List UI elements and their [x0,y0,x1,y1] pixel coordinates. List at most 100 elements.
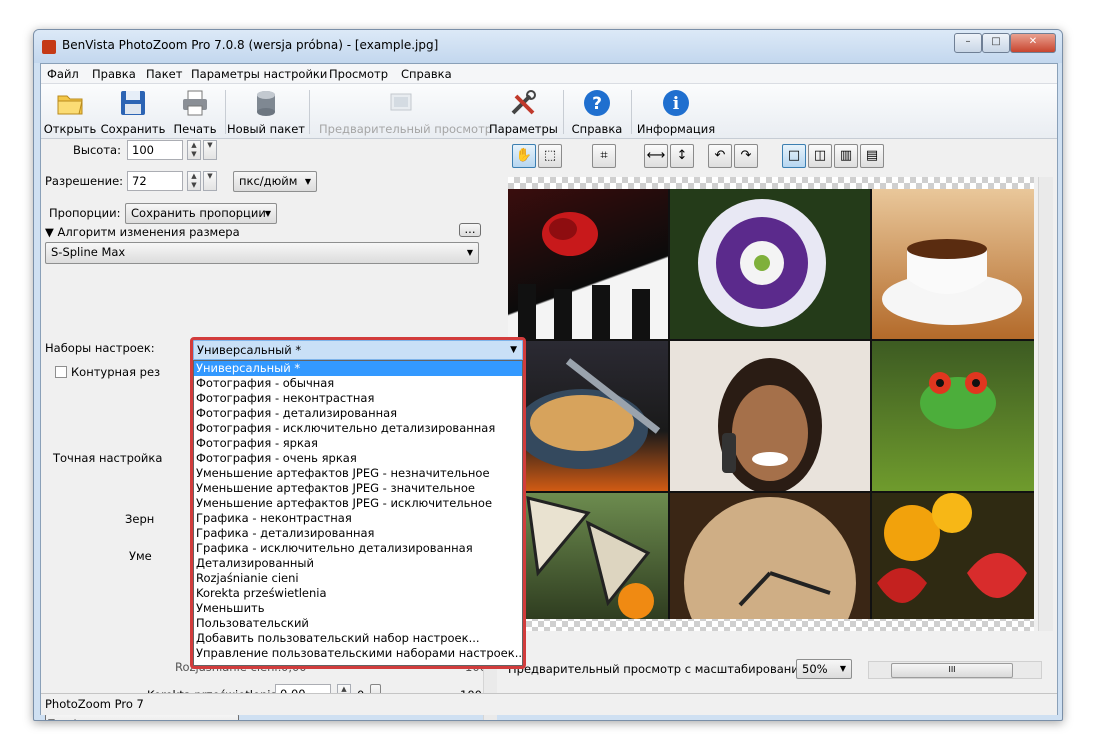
single-view-button[interactable]: □ [782,144,806,168]
close-button[interactable]: ✕ [1010,33,1056,53]
fruits-photo [872,493,1034,619]
algorithm-value: S-Spline Max [51,245,126,259]
help-button[interactable]: ? Справка [567,86,627,138]
toolbar: Открыть Сохранить Печать Новый пакет Пре… [41,84,1057,139]
printer-icon [180,88,210,118]
coffee-cup-photo [872,189,1034,339]
preview-vertical-scrollbar[interactable] [1038,177,1053,631]
chevron-down-icon: ▼ [839,664,846,673]
toolbar-separator [631,90,632,134]
resolution-unit-combo[interactable]: пкс/дюйм ▼ [233,171,317,192]
window-title: BenVista PhotoZoom Pro 7.0.8 (wersja pró… [62,38,439,52]
scroll-thumb[interactable]: III [891,663,1013,678]
zoom-label: Предварительный просмотр с масштабирован… [508,662,819,676]
save-label: Сохранить [100,122,166,136]
fit-height-tool[interactable]: ↕ [670,144,694,168]
menu-settings[interactable]: Параметры настройки [191,67,327,81]
help-label: Справка [571,122,623,136]
toolbar-separator [225,90,226,134]
client-area: Файл Правка Пакет Параметры настройки Пр… [40,63,1058,720]
menu-batch[interactable]: Пакет [146,67,182,81]
selection-tool[interactable]: ⬚ [538,144,562,168]
algorithm-header[interactable]: ▼ Алгоритм изменения размера [45,225,240,239]
app-icon [42,40,56,54]
height-input[interactable]: 100 [127,140,183,160]
clock-photo [670,493,870,619]
height-label: Высота: [73,143,121,157]
menu-help[interactable]: Справка [401,67,452,81]
proportions-combo[interactable]: Сохранить пропорции ▼ [125,203,277,224]
open-button[interactable]: Открыть [41,86,99,138]
info-label: Информация [636,122,716,136]
chevron-down-icon: ▼ [264,209,271,218]
preview-button[interactable]: Предварительный просмотр [319,86,493,138]
menu-view[interactable]: Просмотр [329,67,388,81]
menu-file[interactable]: Файл [47,67,79,81]
floppy-save-icon [118,88,148,118]
resolution-label: Разрешение: [45,174,124,188]
rose-piano-photo [508,189,668,339]
svg-text:?: ? [592,94,602,114]
rotate-left-icon[interactable]: ↶ [708,144,732,168]
fine-tuning-label: Точная настройка [53,451,163,465]
presets-label: Наборы настроек: [45,341,155,355]
algorithm-combo[interactable]: S-Spline Max ▼ [45,242,479,264]
svg-text:i: i [673,94,680,114]
preview-panel: ✋ ⬚ ⌗ ⟷ ↕ ↶ ↷ □ ◫ ▥ ▤ Предварительный пр… [498,139,1057,692]
proportions-value: Сохранить пропорции [131,206,266,220]
open-label: Открыть [43,122,97,136]
status-bar: PhotoZoom Pro 7 [41,693,1057,715]
passion-flower-photo [670,189,870,339]
info-icon: i [661,88,691,118]
tools-icon [508,88,538,118]
stacked-view-button[interactable]: ▤ [860,144,884,168]
height-unit-dropdown[interactable]: ▼ [203,140,217,160]
zoom-combo[interactable]: 50% ▼ [796,659,852,679]
height-spinner[interactable]: ▲ ▼ [187,140,201,160]
toolbar-separator [563,90,564,134]
title-bar: BenVista PhotoZoom Pro 7.0.8 (wersja pró… [34,30,1062,63]
hand-tool[interactable]: ✋ [512,144,536,168]
grain-label: Зерн [125,512,155,526]
print-label: Печать [173,122,217,136]
crop-tool[interactable]: ⌗ [592,144,616,168]
split-view-button[interactable]: ◫ [808,144,832,168]
contour-label: Контурная рез [71,365,161,379]
chevron-down-icon: ▼ [466,248,473,257]
menu-edit[interactable]: Правка [92,67,136,81]
preview-image[interactable] [508,189,1034,619]
new-batch-button[interactable]: Новый пакет [227,86,305,138]
save-button[interactable]: Сохранить [99,86,167,138]
minimize-button[interactable]: – [954,33,982,53]
resolution-dropdown[interactable]: ▼ [203,171,217,191]
fit-width-tool[interactable]: ⟷ [644,144,668,168]
database-icon [251,88,281,118]
info-button[interactable]: i Информация [635,86,717,138]
chevron-down-icon: ▼ [304,177,311,186]
app-window: BenVista PhotoZoom Pro 7.0.8 (wersja pró… [33,29,1063,721]
resolution-unit-value: пкс/дюйм [239,174,298,188]
print-button[interactable]: Печать [167,86,223,138]
frog-photo [872,341,1034,491]
woman-phone-photo [670,341,870,491]
preview-icon [386,88,416,118]
preview-label: Предварительный просмотр [319,122,493,136]
menu-bar: Файл Правка Пакет Параметры настройки Пр… [41,64,1057,84]
help-icon: ? [582,88,612,118]
food-pan-photo [508,341,668,491]
parameters-label: Параметры [489,122,558,136]
butterfly-photo [508,493,668,619]
parameters-button[interactable]: Параметры [489,86,558,138]
contour-checkbox[interactable] [55,366,67,378]
maximize-button[interactable]: □ [982,33,1010,53]
side-by-side-button[interactable]: ▥ [834,144,858,168]
proportions-label: Пропорции: [49,206,121,220]
status-text: PhotoZoom Pro 7 [45,697,144,711]
rotate-right-icon[interactable]: ↷ [734,144,758,168]
algorithm-more-button[interactable]: ... [459,223,481,237]
preview-horizontal-scrollbar[interactable]: III [868,661,1042,679]
resolution-spinner[interactable]: ▲ ▼ [187,171,201,191]
zoom-value: 50% [802,662,828,676]
toolbar-separator [309,90,310,134]
resolution-input[interactable]: 72 [127,171,183,191]
